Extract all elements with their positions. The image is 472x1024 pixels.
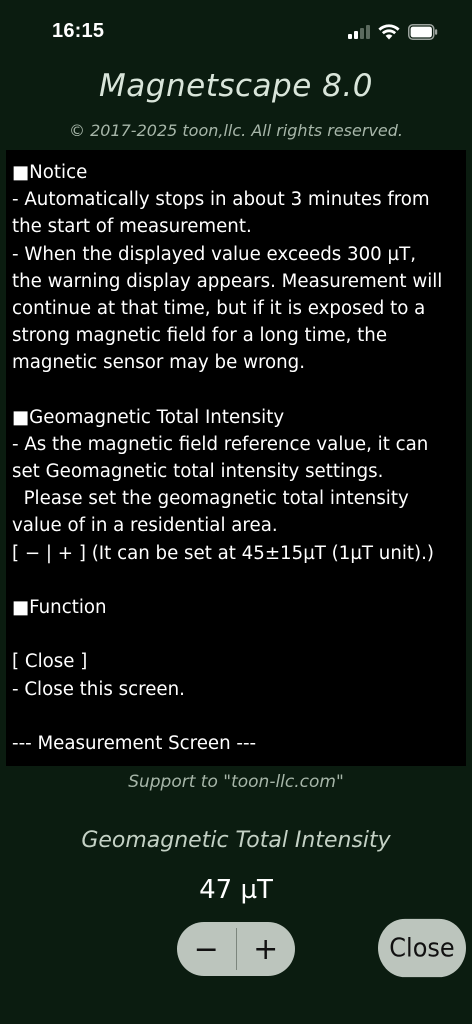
info-line: the warning display appears. Measurement… [12,270,443,292]
support-text: Support to "toon-llc.com" [128,772,344,792]
status-time: 16:15 [52,20,105,42]
info-line: [ Close ] [12,651,88,673]
function-heading: ■Function [12,597,107,618]
app-title: Magnetscape 8.0 [99,68,373,104]
info-line: [ − | + ] (It can be set at 45±15µT (1µT… [12,542,435,564]
geomagnetic-value: 47 µT [199,875,273,905]
close-button[interactable]: Close [378,918,466,978]
increment-button[interactable]: + [237,922,296,976]
info-line: continue at that time, but if it is expo… [12,297,426,319]
status-icons [348,22,438,42]
info-line: set Geomagnetic total intensity settings… [12,461,384,483]
copyright-text: © 2017-2025 toon,llc. All rights reserve… [69,121,403,140]
info-line: - When the displayed value exceeds 300 µ… [12,243,416,265]
geomagnetic-heading: ■Geomagnetic Total Intensity [12,406,285,428]
info-line: value of in a residential area. [12,515,278,537]
notice-heading: ■Notice [12,162,88,183]
info-line: - Close this screen. [12,678,185,700]
cellular-signal-icon [348,25,370,39]
decrement-button[interactable]: − [177,922,236,976]
wifi-icon [378,24,400,40]
info-line: Please set the geomagnetic total intensi… [12,488,409,510]
info-line: strong magnetic field for a long time, t… [12,325,388,347]
battery-icon [408,24,438,40]
info-panel: ■Notice - Automatically stops in about 3… [6,150,466,766]
geomagnetic-label: Geomagnetic Total Intensity [81,828,391,853]
info-line: --- Measurement Screen --- [12,732,257,754]
info-line: magnetic sensor may be wrong. [12,352,305,374]
info-line: the start of measurement. [12,216,252,238]
geomagnetic-stepper: − + [177,922,295,976]
status-bar: 16:15 [0,0,472,62]
info-line: - As the magnetic field reference value,… [12,433,429,455]
info-line: - Automatically stops in about 3 minutes… [12,189,430,211]
